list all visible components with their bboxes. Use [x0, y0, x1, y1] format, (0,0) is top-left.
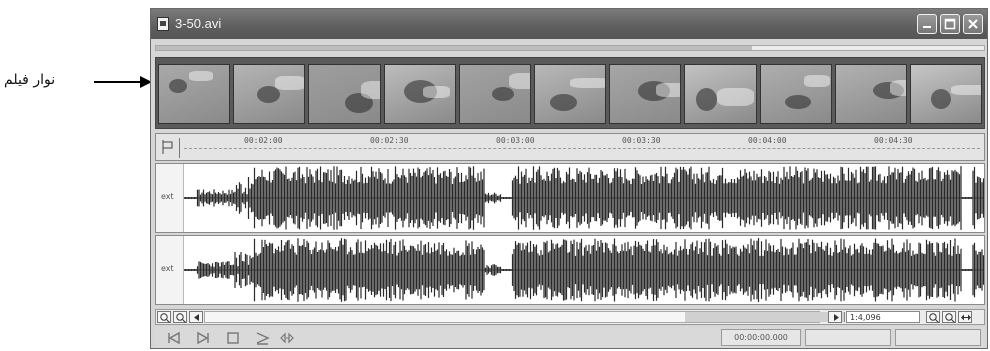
zoom-fit-button[interactable]: [958, 311, 972, 323]
track-header: ext: [156, 236, 184, 304]
waveform[interactable]: [184, 236, 984, 304]
film-frame[interactable]: [233, 64, 306, 124]
window-title: 3-50.avi: [175, 16, 222, 31]
frame-highlight: [803, 75, 830, 87]
play-button[interactable]: [253, 329, 273, 347]
track-header: ext: [156, 164, 184, 232]
magnifier-minus-icon: [160, 313, 170, 323]
close-button[interactable]: [963, 14, 983, 34]
frame-highlight: [950, 85, 982, 95]
fit-arrows-icon: [961, 314, 971, 321]
film-frame[interactable]: [759, 64, 832, 124]
frame-highlight: [189, 71, 213, 81]
film-frame[interactable]: [308, 64, 381, 124]
title-bar[interactable]: 3-50.avi: [151, 9, 987, 39]
scroll-zoom-bar: 1:4,096: [155, 309, 985, 325]
maximize-icon: [944, 18, 956, 30]
transport-bar: 00:00:00.000: [155, 327, 985, 348]
frame-highlight: [508, 73, 530, 89]
track-label: ext: [161, 264, 174, 273]
go-to-end-icon: [197, 331, 209, 345]
close-icon: [968, 19, 978, 29]
annotation-label: نوار فیلم: [4, 72, 56, 88]
selection-start-display: [805, 329, 891, 346]
ruler-tick-label: 00:03:30: [622, 136, 661, 145]
film-frame[interactable]: [383, 64, 456, 124]
ruler-marker-icon: [160, 138, 180, 158]
frame-shape: [696, 88, 718, 111]
load-progress-bar: [155, 45, 985, 51]
zoom-out-vertical-button[interactable]: [926, 311, 940, 323]
selection-length-display: [895, 329, 981, 346]
frame-highlight: [422, 86, 450, 98]
frame-shape: [549, 94, 577, 111]
loop-play-button[interactable]: [277, 329, 297, 347]
ruler-tick-label: 00:04:30: [874, 136, 913, 145]
filmstrip[interactable]: [155, 57, 985, 129]
frame-highlight: [656, 83, 681, 97]
ruler-tick-label: 00:02:30: [370, 136, 409, 145]
waveform[interactable]: [184, 164, 984, 232]
frame-highlight: [569, 78, 606, 88]
film-frame[interactable]: [909, 64, 983, 124]
editor-window: 3-50.avi 00:02:00 00:02:30 00:03:00 00:0…: [150, 8, 988, 349]
film-frame[interactable]: [684, 64, 757, 124]
frame-shape: [930, 89, 951, 109]
film-frame[interactable]: [158, 64, 231, 124]
zoom-ratio-readout: 1:4,096: [846, 311, 920, 323]
frame-highlight: [889, 80, 906, 96]
zoom-out-button[interactable]: [157, 311, 171, 323]
scroll-right-button[interactable]: [828, 311, 842, 323]
ruler-tick-label: 00:02:00: [244, 136, 283, 145]
audio-track-right[interactable]: ext: [155, 235, 985, 305]
ruler-tick-label: 00:04:00: [748, 136, 787, 145]
zoom-in-vertical-button[interactable]: [942, 311, 956, 323]
frame-shape: [491, 87, 514, 101]
time-ruler[interactable]: 00:02:00 00:02:30 00:03:00 00:03:30 00:0…: [155, 133, 985, 161]
track-label: ext: [161, 192, 174, 201]
filmstrip-annotation: نوار فیلم: [0, 70, 152, 94]
maximize-button[interactable]: [940, 14, 960, 34]
minimize-button[interactable]: [917, 14, 937, 34]
film-frame[interactable]: [533, 64, 607, 124]
play-icon: [256, 332, 270, 345]
stop-icon: [227, 332, 239, 344]
film-frame[interactable]: [458, 64, 531, 124]
frame-shape: [784, 95, 811, 109]
magnifier-plus-icon: [176, 313, 186, 323]
arrow-right-small-icon: [834, 314, 839, 321]
file-icon: [157, 17, 169, 31]
scrollbar-thumb[interactable]: [685, 312, 845, 322]
magnifier-icon: [929, 313, 939, 323]
page: نوار فیلم 3-50.avi 00:02:00 00:02:30 00:…: [0, 0, 990, 351]
frame-highlight: [275, 76, 305, 90]
film-frame[interactable]: [609, 64, 682, 124]
loop-play-icon: [280, 332, 294, 344]
arrow-right-icon: [94, 76, 152, 88]
position-time-display: 00:00:00.000: [721, 329, 801, 346]
load-progress-fill: [156, 46, 753, 50]
frame-highlight: [361, 81, 380, 99]
arrow-left-icon: [194, 314, 199, 321]
stop-button[interactable]: [223, 329, 243, 347]
frame-highlight: [717, 88, 755, 106]
minimize-icon: [923, 26, 931, 28]
scroll-left-button[interactable]: [189, 311, 203, 323]
zoom-in-button[interactable]: [173, 311, 187, 323]
go-to-start-button[interactable]: [165, 329, 185, 347]
go-to-end-button[interactable]: [193, 329, 213, 347]
ruler-tick-label: 00:03:00: [496, 136, 535, 145]
frame-shape: [169, 79, 187, 93]
horizontal-scrollbar[interactable]: [204, 311, 845, 323]
ruler-line: [184, 148, 980, 149]
magnifier-icon: [945, 313, 955, 323]
go-to-start-icon: [168, 331, 180, 345]
audio-track-left[interactable]: ext: [155, 163, 985, 233]
film-frame[interactable]: [834, 64, 907, 124]
